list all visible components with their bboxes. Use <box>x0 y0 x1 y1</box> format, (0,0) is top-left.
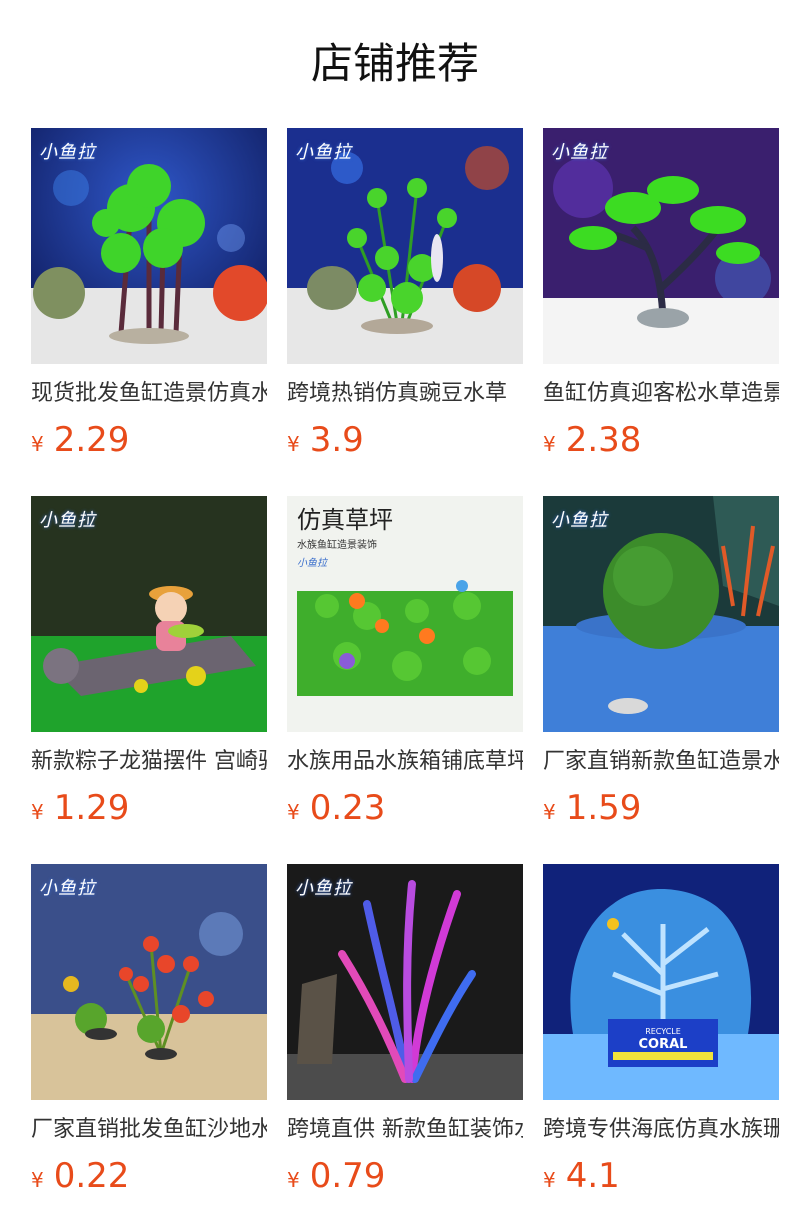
price-value: 4.1 <box>565 1156 620 1196</box>
svg-text:水族鱼缸造景装饰: 水族鱼缸造景装饰 <box>297 538 377 551</box>
currency-symbol: ¥ <box>31 1168 44 1192</box>
product-name[interactable]: 鱼缸仿真迎客松水草造景 <box>543 378 779 410</box>
product-image[interactable]: RECYCLE CORAL <box>543 864 779 1100</box>
brand-logo: 小鱼拉 <box>295 142 352 163</box>
brand-logo: 小鱼拉 <box>39 878 96 899</box>
product-name[interactable]: 现货批发鱼缸造景仿真水草 <box>31 378 267 410</box>
product-image[interactable]: 小鱼拉 <box>543 496 779 732</box>
brand-logo: 小鱼拉 <box>39 510 96 531</box>
price-value: 2.29 <box>53 420 130 460</box>
product-card-7[interactable]: 小鱼拉 厂家直销批发鱼缸沙地水草 ¥0.22 <box>31 864 267 1200</box>
svg-text:RECYCLE: RECYCLE <box>645 1027 681 1036</box>
product-name[interactable]: 跨境直供 新款鱼缸装饰水草 <box>287 1114 523 1146</box>
svg-text:仿真草坪: 仿真草坪 <box>297 506 393 534</box>
product-image[interactable]: 小鱼拉 <box>287 864 523 1100</box>
product-card-1[interactable]: 小鱼拉 现货批发鱼缸造景仿真水草 ¥2.29 <box>31 128 267 464</box>
currency-symbol: ¥ <box>287 432 300 456</box>
price-value: 3.9 <box>309 420 364 460</box>
artificial-lawn-mat-photo: 仿真草坪 水族鱼缸造景装饰 小鱼拉 <box>287 496 523 732</box>
price-value: 1.59 <box>565 788 642 828</box>
product-card-8[interactable]: 小鱼拉 跨境直供 新款鱼缸装饰水草 ¥0.79 <box>287 864 523 1200</box>
product-price: ¥2.29 <box>31 420 267 460</box>
currency-symbol: ¥ <box>287 1168 300 1192</box>
brand-logo: 小鱼拉 <box>551 142 608 163</box>
currency-symbol: ¥ <box>543 432 556 456</box>
product-card-9[interactable]: RECYCLE CORAL 跨境专供海底仿真水族珊瑚 ¥4.1 <box>543 864 779 1200</box>
price-value: 2.38 <box>565 420 642 460</box>
product-price: ¥0.23 <box>287 788 523 828</box>
product-image[interactable]: 仿真草坪 水族鱼缸造景装饰 小鱼拉 <box>287 496 523 732</box>
product-image[interactable]: 小鱼拉 <box>31 864 267 1100</box>
svg-text:小鱼拉: 小鱼拉 <box>297 557 329 569</box>
product-image[interactable]: 小鱼拉 <box>31 496 267 732</box>
product-card-2[interactable]: 小鱼拉 跨境热销仿真豌豆水草 ¥3.9 <box>287 128 523 464</box>
price-value: 0.79 <box>309 1156 386 1196</box>
price-value: 0.22 <box>53 1156 130 1196</box>
product-name[interactable]: 跨境专供海底仿真水族珊瑚 <box>543 1114 779 1146</box>
product-image[interactable]: 小鱼拉 <box>543 128 779 364</box>
brand-logo: 小鱼拉 <box>551 510 608 531</box>
product-price: ¥0.22 <box>31 1156 267 1196</box>
product-card-5[interactable]: 仿真草坪 水族鱼缸造景装饰 小鱼拉 水族用品水族箱铺底草坪 ¥0.23 <box>287 496 523 832</box>
product-price: ¥2.38 <box>543 420 779 460</box>
product-image[interactable]: 小鱼拉 <box>31 128 267 364</box>
product-price: ¥0.79 <box>287 1156 523 1196</box>
product-grid: 小鱼拉 现货批发鱼缸造景仿真水草 ¥2.29 小鱼拉 跨境热销仿真豌豆水草 ¥3… <box>31 128 779 1200</box>
product-price: ¥3.9 <box>287 420 523 460</box>
svg-text:CORAL: CORAL <box>639 1037 688 1052</box>
product-name[interactable]: 厂家直销新款鱼缸造景水草球 <box>543 746 779 778</box>
product-name[interactable]: 水族用品水族箱铺底草坪 <box>287 746 523 778</box>
product-price: ¥4.1 <box>543 1156 779 1196</box>
page-title: 店铺推荐 <box>310 39 479 88</box>
product-name[interactable]: 新款粽子龙猫摆件 宫崎骏 <box>31 746 267 778</box>
product-price: ¥1.59 <box>543 788 779 828</box>
price-value: 1.29 <box>53 788 130 828</box>
product-image[interactable]: 小鱼拉 <box>287 128 523 364</box>
brand-logo: 小鱼拉 <box>295 878 352 899</box>
product-name[interactable]: 跨境热销仿真豌豆水草 <box>287 378 523 410</box>
currency-symbol: ¥ <box>31 432 44 456</box>
product-price: ¥1.29 <box>31 788 267 828</box>
currency-symbol: ¥ <box>543 800 556 824</box>
currency-symbol: ¥ <box>31 800 44 824</box>
currency-symbol: ¥ <box>543 1168 556 1192</box>
brand-logo: 小鱼拉 <box>39 142 96 163</box>
product-name[interactable]: 厂家直销批发鱼缸沙地水草 <box>31 1114 267 1146</box>
product-card-4[interactable]: 小鱼拉 新款粽子龙猫摆件 宫崎骏 ¥1.29 <box>31 496 267 832</box>
currency-symbol: ¥ <box>287 800 300 824</box>
product-card-3[interactable]: 小鱼拉 鱼缸仿真迎客松水草造景 ¥2.38 <box>543 128 779 464</box>
aquarium-blue-coral-photo: RECYCLE CORAL <box>543 864 779 1100</box>
price-value: 0.23 <box>309 788 386 828</box>
product-card-6[interactable]: 小鱼拉 厂家直销新款鱼缸造景水草球 ¥1.59 <box>543 496 779 832</box>
